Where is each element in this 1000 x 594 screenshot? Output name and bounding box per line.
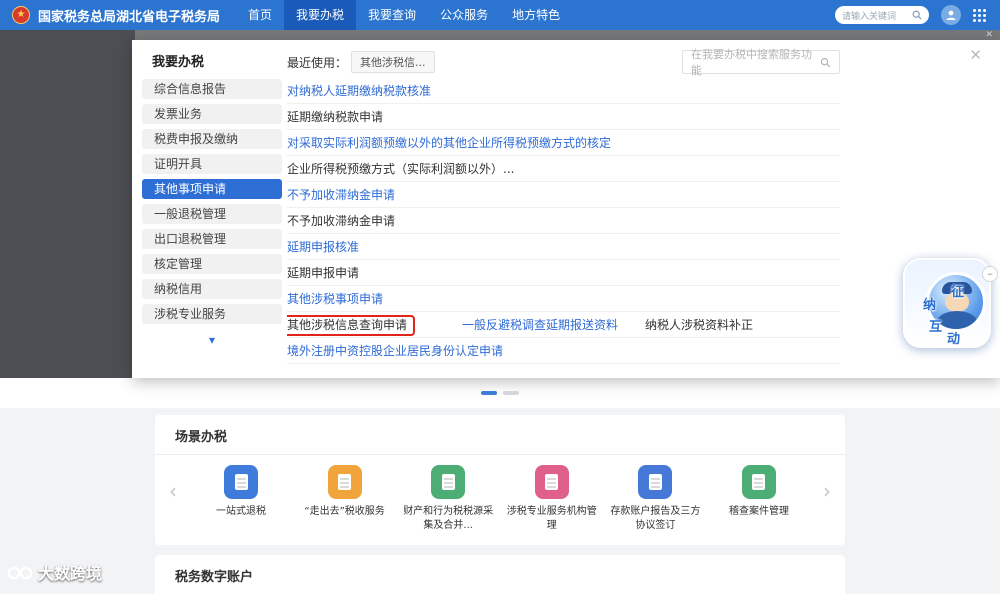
watermark-text: 大数跨境: [38, 564, 103, 583]
deposit-account-report-icon: [638, 465, 673, 499]
nav-tax-services[interactable]: 我要办税: [284, 0, 357, 30]
scene-card-label: 财产和行为税税源采集及合并...: [403, 506, 494, 531]
nav-inquiry[interactable]: 我要查询: [356, 0, 428, 30]
banner-pagination: [0, 378, 1000, 408]
assistant-char: 动: [947, 332, 961, 347]
scene-card-label: 稽查案件管理: [728, 506, 789, 517]
one-stop-refund-icon: [224, 465, 258, 499]
tax-service-agency-icon: [534, 465, 569, 499]
mega-menu-sidebar: 我要办税 综合信息报告 发票业务 税费申报及缴纳 证明开具 其他事项申请 一般退…: [142, 46, 292, 347]
scene-card-item[interactable]: 财产和行为税税源采集及合并...: [402, 465, 494, 532]
carousel-next-button[interactable]: ›: [823, 481, 831, 501]
carousel-dot[interactable]: [481, 391, 497, 395]
service-category-link[interactable]: 不予加收滞纳金申请: [287, 182, 840, 208]
search-icon: [821, 57, 831, 67]
national-emblem-icon: ★: [12, 6, 30, 24]
sidebar-item-declaration-payment[interactable]: 税费申报及缴纳: [142, 129, 282, 149]
scene-card-item[interactable]: 稽查案件管理: [713, 465, 805, 532]
scene-card-label: 涉税专业服务机构管理: [506, 506, 597, 531]
sidebar-item-general-refund[interactable]: 一般退税管理: [142, 204, 282, 224]
menu-search-input[interactable]: 在我要办税中搜索服务功能: [682, 48, 840, 77]
person-icon: [946, 10, 956, 20]
sidebar-item-other-matters[interactable]: 其他事项申请: [142, 179, 282, 199]
assistant-char: 纳: [923, 298, 937, 313]
service-item[interactable]: 纳税人涉税资料补正: [645, 312, 840, 337]
nav-home[interactable]: 首页: [236, 0, 284, 30]
property-behavior-tax-icon: [431, 465, 466, 499]
watermark: 大数跨境: [6, 560, 102, 584]
service-list: 对纳税人延期缴纳税款核准 延期缴纳税款申请 对采取实际利润额预缴以外的其他企业所…: [287, 78, 840, 364]
scene-card-label: 一站式退税: [216, 506, 266, 517]
assistant-badge[interactable]: 征 纳 互 动: [903, 258, 991, 348]
audit-case-icon: [741, 465, 776, 499]
assistant-minimize-button[interactable]: –: [982, 266, 998, 282]
global-search-input[interactable]: 请输入关键词: [835, 6, 929, 24]
menu-search-placeholder: 在我要办税中搜索服务功能: [691, 48, 812, 77]
service-item[interactable]: 延期缴纳税款申请: [287, 104, 840, 130]
digital-account-section: 税务数字账户: [155, 555, 845, 594]
service-category-link[interactable]: 延期申报核准: [287, 234, 840, 260]
highlighted-service-item-other-tax-info-query[interactable]: 其他涉税信息查询申请: [287, 314, 416, 336]
sidebar-item-tax-credit[interactable]: 纳税信用: [142, 279, 282, 299]
apps-grid-icon[interactable]: [973, 8, 986, 22]
scene-tax-section: 场景办税 ‹ 一站式退税 “走出去”税收服务 财产和行为税税源采集及合并... …: [155, 415, 845, 545]
service-item[interactable]: 不予加收滞纳金申请: [287, 208, 840, 234]
assistant-char: 互: [929, 320, 943, 335]
sidebar-item-certificates[interactable]: 证明开具: [142, 154, 282, 174]
sidebar-item-comprehensive-info[interactable]: 综合信息报告: [142, 79, 282, 99]
nav-local-features[interactable]: 地方特色: [500, 0, 572, 30]
nav-public-services[interactable]: 公众服务: [428, 0, 500, 30]
scene-card-item[interactable]: 存款账户报告及三方协议签订: [609, 465, 701, 532]
watermark-logo-icon: [7, 566, 33, 580]
site-title: 国家税务总局湖北省电子税务局: [38, 9, 221, 25]
service-item[interactable]: 延期申报申请: [287, 260, 840, 286]
sidebar-expand-chevron[interactable]: ▾: [142, 333, 282, 347]
sidebar-item-professional-services[interactable]: 涉税专业服务: [142, 304, 282, 324]
main-nav: 首页 我要办税 我要查询 公众服务 地方特色: [236, 0, 572, 30]
recent-used-label: 最近使用：: [287, 55, 348, 70]
service-item-link[interactable]: 一般反避税调查延期报送资料: [462, 312, 645, 337]
sidebar-item-assessment[interactable]: 核定管理: [142, 254, 282, 274]
scene-card-item[interactable]: 一站式退税: [195, 465, 287, 532]
sidebar-title: 我要办税: [152, 55, 205, 70]
scene-card-label: “走出去”税收服务: [304, 506, 385, 517]
service-category-link[interactable]: 对采取实际利润额预缴以外的其他企业所得税预缴方式的核定: [287, 130, 840, 156]
mega-menu-content: 最近使用： 其他涉税信... 在我要办税中搜索服务功能 对纳税人延期缴纳税款核准…: [287, 48, 840, 364]
global-search-placeholder: 请输入关键词: [842, 11, 897, 22]
service-category-link[interactable]: 对纳税人延期缴纳税款核准: [287, 78, 840, 104]
scene-card-item[interactable]: “走出去”税收服务: [299, 465, 391, 532]
service-category-link[interactable]: 其他涉税事项申请: [287, 286, 840, 312]
service-row-multi: 其他涉税信息查询申请 一般反避税调查延期报送资料 纳税人涉税资料补正: [287, 312, 840, 338]
service-item[interactable]: 企业所得税预缴方式（实际利润额以外）...: [287, 156, 840, 182]
digital-section-title: 税务数字账户: [155, 555, 845, 594]
tax-services-mega-menu: ✕ 我要办税 综合信息报告 发票业务 税费申报及缴纳 证明开具 其他事项申请 一…: [132, 40, 1000, 378]
search-icon: [912, 10, 922, 20]
assistant-char: 征: [951, 285, 965, 300]
notice-close-icon[interactable]: ✕: [985, 30, 993, 40]
recent-used-tag[interactable]: 其他涉税信...: [351, 51, 435, 73]
carousel-dot[interactable]: [503, 391, 519, 395]
scene-card-label: 存款账户报告及三方协议签订: [610, 506, 701, 531]
sidebar-item-invoice[interactable]: 发票业务: [142, 104, 282, 124]
top-navbar: ★ 国家税务总局湖北省电子税务局 首页 我要办税 我要查询 公众服务 地方特色 …: [0, 0, 1000, 30]
close-icon[interactable]: ✕: [969, 46, 982, 64]
scene-card-item[interactable]: 涉税专业服务机构管理: [506, 465, 598, 532]
service-cell: 其他涉税信息查询申请: [287, 312, 462, 337]
carousel-prev-button[interactable]: ‹: [169, 481, 177, 501]
user-avatar[interactable]: [941, 5, 961, 25]
going-global-tax-icon: [327, 465, 362, 499]
tax-interaction-assistant: 征 纳 互 动 –: [903, 258, 998, 348]
service-category-link[interactable]: 境外注册中资控股企业居民身份认定申请: [287, 338, 840, 364]
sidebar-item-export-refund[interactable]: 出口退税管理: [142, 229, 282, 249]
scene-section-title: 场景办税: [155, 415, 845, 455]
